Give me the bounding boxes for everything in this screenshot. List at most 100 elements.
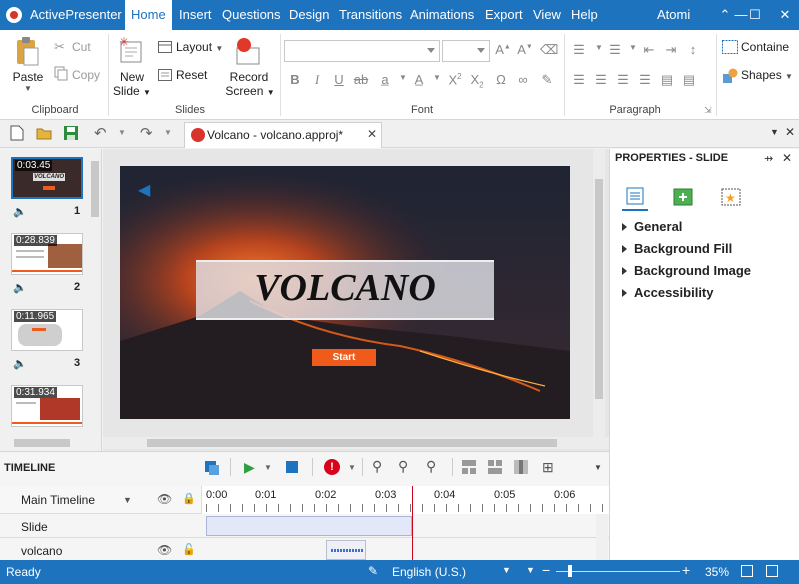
slide-duration-bar[interactable] [206,516,412,536]
start-button[interactable]: Start [312,349,376,366]
lock-icon[interactable]: 🔒 [182,492,196,505]
zoom-fit-icon[interactable]: ⚲ [372,458,382,475]
visibility-icon[interactable]: 👁 [157,543,172,557]
menu-questions[interactable]: Questions [216,0,287,30]
text-direction-icon[interactable]: ▤ [658,72,676,88]
paste-button[interactable]: Paste [10,70,46,84]
section-background-fill[interactable]: Background Fill [634,241,732,256]
document-tab[interactable]: Volcano - volcano.approj* ✕ [184,122,382,148]
unlock-icon[interactable]: 🔓 [182,543,196,556]
copy-button[interactable]: Copy [72,68,100,82]
open-folder-icon[interactable] [36,125,52,141]
bullets-icon[interactable]: ☰ [570,42,588,58]
scroll-thumb[interactable] [595,179,603,399]
new-slide-label-1[interactable]: New [114,70,150,84]
undo-dropdown-icon[interactable]: ▼ [118,128,126,137]
maximize-icon[interactable]: ☐ [740,0,770,30]
timeline-options-icon[interactable]: ▼ [594,463,602,472]
playhead[interactable] [412,486,413,561]
zoom-slider-thumb[interactable] [568,565,572,577]
zoom-out-icon[interactable]: ⚲ [398,458,408,475]
align-center-icon[interactable]: ☰ [592,72,610,88]
pin-icon[interactable]: ⇸ [764,152,773,165]
zoom-options-icon[interactable]: ▼ [526,565,535,575]
paste-icon[interactable] [14,36,40,66]
visibility-icon[interactable]: 👁 [157,492,172,506]
slide-thumbnail-2[interactable]: 0:28.839 [11,233,83,275]
join-icon[interactable] [488,460,502,474]
font-family-select[interactable] [284,40,440,62]
panel-options-icon[interactable]: ▼ [770,127,779,137]
record-icon[interactable]: ! [324,459,340,475]
audio-clip[interactable] [326,540,366,560]
stop-icon[interactable] [286,461,298,473]
font-color-icon[interactable]: A̲ [410,72,428,87]
timeline-scrollbar[interactable] [596,514,608,561]
main-timeline-label[interactable]: Main Timeline [21,493,95,507]
undo-icon[interactable]: ↶ [94,124,107,142]
close-icon[interactable]: ✕ [770,0,799,30]
decrease-font-icon[interactable]: A▼ [516,42,534,57]
section-general[interactable]: General [634,219,682,234]
layout-button[interactable]: Layout ▼ [176,40,223,54]
menu-view[interactable]: View [527,0,567,30]
timeline-row-volcano[interactable]: volcano 👁 🔓 [0,538,609,562]
close-panel-icon[interactable]: ✕ [782,151,792,165]
container-button[interactable]: Containe [741,40,799,54]
menu-design[interactable]: Design [283,0,335,30]
text-highlight-icon[interactable]: a̲ [376,72,394,87]
superscript-icon[interactable]: X2 [446,72,464,87]
new-slide-button[interactable]: Slide ▼ [110,84,154,98]
interactivity-tab-icon[interactable] [672,187,694,207]
play-icon[interactable]: ▶ [244,459,255,476]
expand-arrow-icon[interactable] [622,289,627,297]
justify-icon[interactable]: ☰ [636,72,654,88]
expand-arrow-icon[interactable] [622,223,627,231]
italic-icon[interactable]: I [308,72,326,88]
zoom-in-button[interactable]: + [682,562,690,578]
play-dropdown-icon[interactable]: ▼ [264,463,272,472]
speaker-icon[interactable]: ◀ [138,180,150,200]
insert-time-icon[interactable] [514,460,528,474]
section-background-image[interactable]: Background Image [634,263,751,278]
canvas-hscrollbar[interactable] [103,437,609,449]
hyperlink-icon[interactable]: ∞ [514,72,532,87]
timeline-row-slide[interactable]: Slide [0,514,609,538]
record-screen-button[interactable]: Screen ▼ [224,84,276,98]
clear-format-icon[interactable]: ⌫ [540,42,558,58]
align-right-icon[interactable]: ☰ [614,72,632,88]
cut-button[interactable]: Cut [72,40,91,54]
numbering-icon[interactable]: ☰ [606,42,624,58]
shapes-button[interactable]: Shapes ▼ [741,68,793,82]
close-tab-icon[interactable]: ✕ [367,127,377,141]
increase-font-icon[interactable]: A▲ [494,42,512,57]
scroll-thumb[interactable] [91,161,99,217]
slide-thumbnail-3[interactable]: 0:11.965 [11,309,83,351]
slide-thumbnail-1[interactable]: VOLCANO 0:03.45 [11,157,83,199]
menu-export[interactable]: Export [479,0,529,30]
menu-home[interactable]: Home [125,0,172,30]
scroll-thumb[interactable] [14,439,70,447]
record-screen-icon[interactable] [235,36,261,66]
timeline-dropdown-icon[interactable]: ▼ [123,495,132,505]
zoom-in-icon[interactable]: ⚲ [426,458,436,475]
vertical-align-icon[interactable]: ▤ [680,72,698,88]
slide-canvas[interactable]: ◀ VOLCANO Start [120,166,570,419]
slide-thumbnail-4[interactable]: 0:31.934 [11,385,83,427]
bold-icon[interactable]: B [286,72,304,87]
underline-icon[interactable]: U [330,72,348,87]
paste-dropdown-icon[interactable]: ▼ [22,84,34,93]
record-label-1[interactable]: Record [226,70,272,84]
zoom-level[interactable]: 35% [705,565,729,579]
line-spacing-icon[interactable]: ↕ [684,42,702,57]
decrease-indent-icon[interactable]: ⇤ [640,42,658,58]
menu-help[interactable]: Help [565,0,604,30]
language-label[interactable]: English (U.S.) [392,565,466,579]
font-color-dropdown-icon[interactable]: ▼ [428,73,446,82]
redo-icon[interactable]: ↷ [140,124,153,142]
reset-button[interactable]: Reset [176,68,207,82]
fullscreen-icon[interactable] [766,565,778,577]
menu-insert[interactable]: Insert [173,0,218,30]
close-document-icon[interactable]: ✕ [785,125,795,139]
fit-window-icon[interactable] [741,565,753,577]
